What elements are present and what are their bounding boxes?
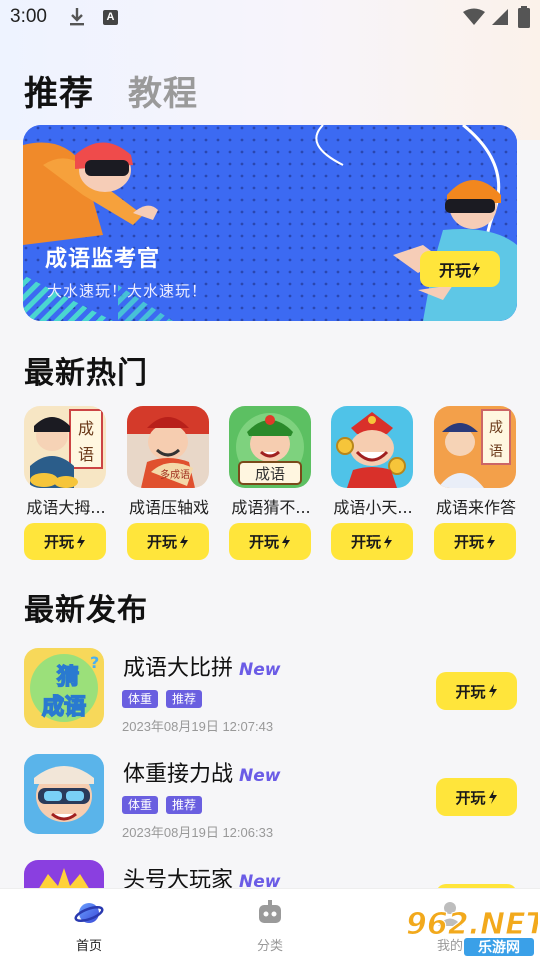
game-icon: 多成语	[127, 406, 209, 488]
hot-game-item[interactable]: 成语 成语猜不... 开玩	[229, 406, 313, 560]
play-button-label: 开玩	[43, 533, 74, 551]
lightning-icon	[487, 534, 495, 549]
nav-label: 分类	[256, 939, 283, 954]
lightning-icon	[282, 534, 290, 549]
tag: 推荐	[166, 796, 203, 814]
tag: 体重	[122, 690, 159, 708]
game-name: 成语压轴戏	[128, 498, 209, 517]
featured-banner[interactable]: 成语监考官 大水速玩！大水速玩！ 开玩	[23, 125, 517, 321]
publish-date: 2023年08月19日 12:06:33	[122, 825, 274, 840]
play-button[interactable]: 开玩	[127, 523, 209, 560]
svg-text:?: ?	[90, 653, 99, 672]
play-button-label: 开玩	[350, 533, 381, 551]
lightning-icon	[384, 534, 392, 549]
latest-section-title: 最新发布	[24, 593, 148, 628]
hot-game-item[interactable]: 成语小天... 开玩	[331, 406, 415, 560]
banner-play-button[interactable]: 开玩	[420, 251, 500, 287]
robot-icon	[259, 900, 281, 923]
svg-text:成语: 成语	[42, 695, 86, 720]
nav-home[interactable]: 首页	[49, 899, 129, 954]
tag: 推荐	[166, 690, 203, 708]
game-name: 成语来作答	[435, 498, 516, 517]
play-button-label: 开玩	[248, 533, 279, 551]
play-button[interactable]: 开玩	[434, 523, 516, 560]
svg-text:成语: 成语	[255, 465, 285, 483]
latest-game-item[interactable]: 体重接力战 New 体重 推荐 2023年08月19日 12:06:33 开玩	[0, 754, 540, 854]
nav-label: 首页	[75, 939, 102, 954]
new-badge: New	[239, 766, 281, 786]
lightning-icon	[472, 262, 480, 276]
battery-icon	[518, 6, 530, 28]
game-icon: 成 语	[24, 406, 106, 488]
game-icon: 猜 成语 ?	[24, 648, 104, 728]
play-button[interactable]: 开玩	[229, 523, 311, 560]
play-button[interactable]: 开玩	[436, 778, 517, 816]
new-badge: New	[239, 660, 281, 680]
hot-game-item[interactable]: 成 语 成语来作答 开玩	[434, 406, 518, 560]
tab-tutorial[interactable]: 教程	[128, 66, 198, 115]
svg-text:猜: 猜	[56, 665, 79, 690]
svg-text:多成语: 多成语	[160, 468, 190, 481]
signal-icon	[492, 9, 508, 25]
lightning-icon	[488, 790, 497, 804]
watermark-text: 962.NET	[406, 907, 538, 942]
game-name: 体重接力战	[123, 762, 234, 787]
status-time: 3:00	[10, 6, 47, 27]
lightning-icon	[77, 534, 85, 549]
banner-title: 成语监考官	[45, 247, 161, 272]
play-button-label: 开玩	[455, 788, 486, 807]
play-button-label: 开玩	[455, 682, 486, 701]
game-icon	[24, 754, 104, 834]
game-title-row: 成语大比拼 New	[123, 650, 280, 682]
svg-text:成: 成	[78, 419, 94, 438]
game-name: 成语大拇...	[26, 498, 106, 517]
hot-game-item[interactable]: 成 语 成语大拇... 开玩	[24, 406, 108, 560]
latest-game-item[interactable]: 猜 成语 ? 成语大比拼 New 体重 推荐 2023年08月19日 12:07:…	[0, 648, 540, 748]
lightning-icon	[180, 534, 188, 549]
svg-text:成: 成	[489, 420, 503, 436]
svg-text:语: 语	[489, 444, 503, 460]
game-icon: 成 语	[434, 406, 516, 488]
tag-list: 体重 推荐	[122, 796, 203, 814]
watermark-sub: 乐游网	[478, 939, 520, 956]
banner-subtitle: 大水速玩！大水速玩！	[47, 282, 208, 300]
game-icon	[331, 406, 413, 488]
nav-category[interactable]: 分类	[230, 899, 310, 954]
game-icon: 成语	[229, 406, 311, 488]
play-button-label: 开玩	[146, 533, 177, 551]
play-button-label: 开玩	[438, 261, 471, 280]
planet-icon	[74, 903, 104, 923]
hot-section-title: 最新热门	[24, 356, 148, 391]
game-name: 成语猜不...	[231, 498, 311, 517]
hot-game-item[interactable]: 多成语 成语压轴戏 开玩	[127, 406, 211, 560]
publish-date: 2023年08月19日 12:07:43	[122, 719, 274, 734]
site-watermark: 962.NET 乐游网	[406, 907, 538, 956]
play-button[interactable]: 开玩	[24, 523, 106, 560]
a-notification-icon: A	[103, 10, 118, 25]
tag-list: 体重 推荐	[122, 690, 203, 708]
tag: 体重	[122, 796, 159, 814]
lightning-icon	[488, 684, 497, 698]
game-name: 成语大比拼	[123, 656, 234, 681]
download-icon	[70, 8, 84, 26]
game-title-row: 体重接力战 New	[123, 756, 280, 788]
wifi-icon	[463, 8, 485, 25]
status-bar: 3:00 A	[0, 0, 540, 36]
play-button-label: 开玩	[453, 533, 484, 551]
game-name: 成语小天...	[333, 498, 413, 517]
play-button[interactable]: 开玩	[331, 523, 413, 560]
play-button[interactable]: 开玩	[436, 672, 517, 710]
tab-recommend[interactable]: 推荐	[24, 66, 94, 115]
svg-text:语: 语	[78, 445, 94, 464]
